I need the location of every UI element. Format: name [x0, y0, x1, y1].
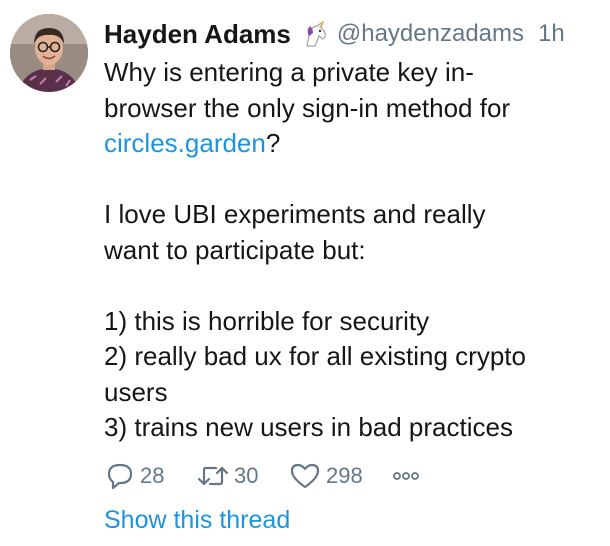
tweet-line: browser the only sign-in method for [104, 92, 511, 123]
tweet-line: 3) trains new users in bad practices [104, 412, 513, 442]
reply-icon [104, 460, 136, 492]
tweet-header: Hayden Adams @haydenzadams 1h [104, 16, 565, 52]
tweet-line: 2) really bad ux for all existing crypto [104, 341, 526, 371]
link-suffix: ? [265, 128, 281, 158]
retweet-button[interactable]: 30 [196, 460, 288, 492]
tweet-timestamp[interactable]: 1h [538, 20, 565, 48]
show-thread-link[interactable]: Show this thread [104, 506, 290, 535]
author-handle[interactable]: @haydenzadams [337, 20, 524, 48]
tweet-line: circles.garden? [104, 126, 604, 162]
circles-garden-link[interactable]: circles.garden [104, 128, 266, 158]
more-icon [392, 469, 420, 483]
author-name[interactable]: Hayden Adams [104, 19, 291, 50]
avatar-image [10, 14, 88, 92]
heart-icon [288, 460, 322, 492]
unicorn-icon [301, 20, 329, 48]
retweet-count: 30 [234, 463, 259, 488]
tweet-line: users [104, 376, 168, 407]
more-button[interactable] [392, 469, 420, 483]
tweet-line: Why is entering a private key in- [104, 57, 474, 87]
tweet-line: I love UBI experiments and really [104, 199, 486, 229]
tweet-actions: 28 30 298 [104, 456, 420, 496]
like-button[interactable]: 298 [288, 460, 388, 492]
tweet-card[interactable]: Hayden Adams @haydenzadams 1h Why is ent… [0, 0, 610, 546]
like-count: 298 [326, 463, 363, 488]
tweet-line: 1) this is horrible for security [104, 305, 430, 336]
reply-count: 28 [140, 463, 165, 488]
reply-button[interactable]: 28 [104, 460, 196, 492]
tweet-line: want to participate but: [104, 234, 366, 265]
tweet-text: Why is entering a private key in- browse… [104, 55, 604, 446]
retweet-icon [196, 460, 230, 492]
avatar[interactable] [10, 14, 88, 92]
